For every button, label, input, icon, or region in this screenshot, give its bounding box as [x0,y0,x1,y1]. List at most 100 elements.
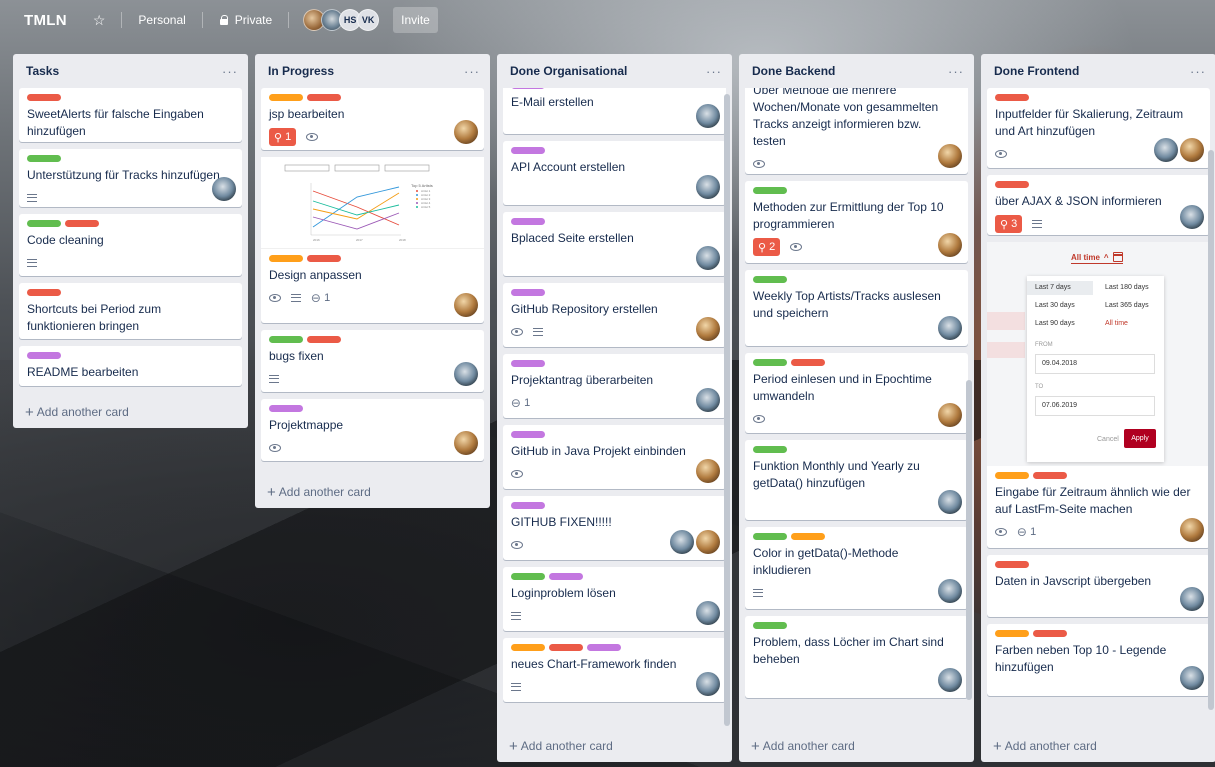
member-avatar[interactable] [454,293,478,317]
list-title[interactable]: Done Organisational [510,64,627,78]
member-avatar[interactable] [696,530,720,554]
team-button[interactable]: Personal [132,7,191,33]
label-orange[interactable] [269,94,303,101]
label-green[interactable] [27,220,61,227]
member-avatar[interactable] [696,459,720,483]
more-icon[interactable]: ··· [1190,64,1206,79]
label-red[interactable] [307,255,341,262]
label-green[interactable] [753,276,787,283]
add-card-button[interactable]: + Add another card [739,730,974,762]
label-purple[interactable] [587,644,621,651]
label-green[interactable] [753,446,787,453]
card[interactable]: E-Mail erstellen [503,88,726,134]
card[interactable]: Projektantrag überarbeiten ⊘ 1 [503,354,726,418]
label-green[interactable] [753,622,787,629]
card[interactable]: Shortcuts bei Period zum funktionieren b… [19,283,242,339]
card[interactable]: Code cleaning [19,214,242,276]
card[interactable]: Color in getData()-Methode inkludieren [745,527,968,609]
card[interactable]: Funktion Monthly und Yearly zu getData()… [745,440,968,520]
star-icon[interactable]: ☆ [87,7,112,33]
list-title[interactable]: Tasks [26,64,59,78]
more-icon[interactable]: ··· [706,64,722,79]
label-green[interactable] [269,336,303,343]
card[interactable]: neues Chart-Framework finden [503,638,726,702]
card[interactable]: GitHub Repository erstellen [503,283,726,347]
card[interactable]: API Account erstellen [503,141,726,205]
label-red[interactable] [995,94,1029,101]
label-orange[interactable] [269,255,303,262]
label-red[interactable] [995,181,1029,188]
card[interactable]: Farben neben Top 10 - Legende hinzufügen [987,624,1210,696]
card[interactable]: GITHUB FIXEN!!!!! [503,496,726,560]
label-red[interactable] [791,359,825,366]
card[interactable]: bugs fixen [261,330,484,392]
member-avatar[interactable] [938,490,962,514]
list-title[interactable]: Done Backend [752,64,835,78]
visibility-button[interactable]: Private [213,7,278,33]
label-red[interactable] [549,644,583,651]
more-icon[interactable]: ··· [222,64,238,79]
member-avatar[interactable] [938,233,962,257]
list-scrollbar[interactable] [724,94,730,726]
label-purple[interactable] [269,405,303,412]
card[interactable]: Bplaced Seite erstellen [503,212,726,276]
list-title[interactable]: In Progress [268,64,334,78]
label-red[interactable] [65,220,99,227]
label-orange[interactable] [995,630,1029,637]
card[interactable]: Unterstützung für Tracks hinzufügen [19,149,242,207]
member-avatar[interactable] [696,672,720,696]
list-scrollbar[interactable] [1208,150,1214,710]
label-red[interactable] [27,94,61,101]
card[interactable]: Projektmappe [261,399,484,461]
label-purple[interactable] [511,502,545,509]
card[interactable]: über AJAX & JSON informieren ⚲ 3 [987,175,1210,235]
member-avatar[interactable] [696,388,720,412]
label-purple[interactable] [511,218,545,225]
label-red[interactable] [307,336,341,343]
member-avatar[interactable] [1180,587,1204,611]
card[interactable]: Weekly Top Artists/Tracks auslesen und s… [745,270,968,346]
member-avatar[interactable] [696,175,720,199]
label-orange[interactable] [995,472,1029,479]
member-avatar[interactable] [1180,205,1204,229]
card[interactable]: SweetAlerts für falsche Eingaben hinzufü… [19,88,242,142]
member-avatar[interactable] [1180,666,1204,690]
card[interactable]: Daten in Javscript übergeben [987,555,1210,617]
invite-button[interactable]: Invite [393,7,438,33]
card[interactable]: Methoden zur Ermittlung der Top 10 progr… [745,181,968,263]
label-green[interactable] [27,155,61,162]
label-purple[interactable] [511,88,545,89]
label-green[interactable] [753,187,787,194]
member-avatar-vk[interactable]: VK [357,9,380,31]
more-icon[interactable]: ··· [948,64,964,79]
member-avatar[interactable] [1180,518,1204,542]
member-avatar[interactable] [938,144,962,168]
member-avatar[interactable] [696,104,720,128]
member-avatar[interactable] [454,120,478,144]
member-avatar[interactable] [938,403,962,427]
member-avatar[interactable] [1180,138,1204,162]
card[interactable]: Period einlesen und in Epochtime umwande… [745,353,968,433]
list-scrollbar[interactable] [966,380,972,700]
card[interactable]: All time ^ Last 7 days Last 180 days Last 30… [987,242,1210,548]
add-card-button[interactable]: + Add another card [255,476,490,508]
list-title[interactable]: Done Frontend [994,64,1079,78]
add-card-button[interactable]: + Add another card [497,730,732,762]
member-avatar[interactable] [696,317,720,341]
card[interactable]: jsp bearbeiten ⚲ 1 [261,88,484,150]
card[interactable]: GitHub in Java Projekt einbinden [503,425,726,489]
label-red[interactable] [307,94,341,101]
label-red[interactable] [995,561,1029,568]
member-avatar[interactable] [938,668,962,692]
card[interactable]: Problem, dass Löcher im Chart sind beheb… [745,616,968,698]
label-purple[interactable] [511,360,545,367]
add-card-button[interactable]: + Add another card [13,396,248,428]
member-avatar[interactable] [212,177,236,201]
card[interactable]: README bearbeiten [19,346,242,386]
member-avatar[interactable] [696,246,720,270]
member-avatar[interactable] [938,316,962,340]
member-avatar[interactable] [696,601,720,625]
label-orange[interactable] [791,533,825,540]
card[interactable]: 2016 2017 2018 Top 5 Artists Artist 1 Artist … [261,157,484,323]
add-card-button[interactable]: + Add another card [981,730,1215,762]
